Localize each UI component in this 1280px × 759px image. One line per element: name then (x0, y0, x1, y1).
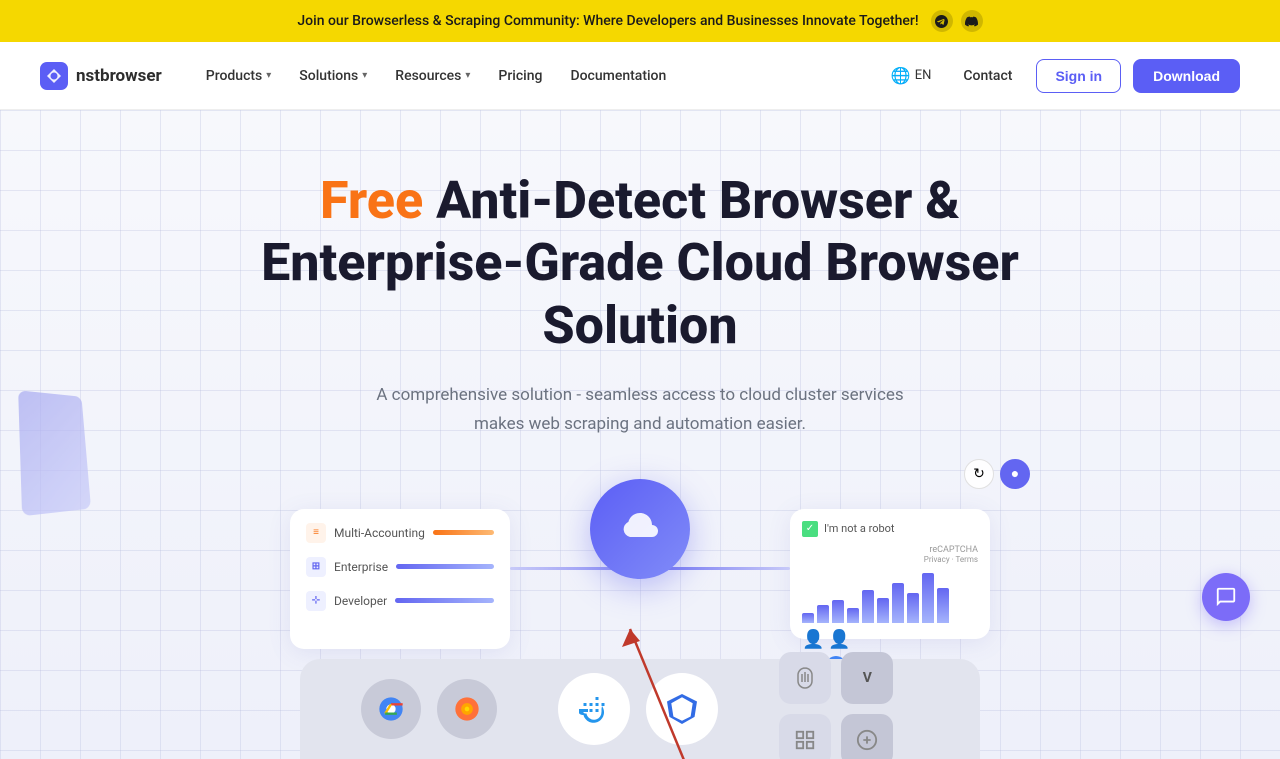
person-icon-2: 👤 (828, 629, 850, 650)
hero-subtitle: A comprehensive solution - seamless acce… (350, 381, 930, 439)
nav-pricing[interactable]: Pricing (486, 60, 554, 92)
logo-text: nstbrowser (76, 66, 162, 86)
bar-2 (817, 605, 829, 623)
hero-title-free: Free (320, 170, 423, 231)
enterprise-bar (396, 564, 494, 569)
nav-left: nstbrowser Products ▾ Solutions ▾ Resour… (40, 60, 678, 92)
scan-icon-rect (779, 714, 831, 759)
captcha-check: ✓ I'm not a robot (802, 521, 978, 537)
nav-links: Products ▾ Solutions ▾ Resources ▾ Prici… (194, 60, 679, 92)
telegram-icon[interactable] (931, 10, 953, 32)
cookie-icon-rect (841, 714, 893, 759)
bar-5 (862, 590, 874, 623)
bar-chart (802, 573, 978, 623)
discord-icon[interactable] (961, 10, 983, 32)
nav-resources[interactable]: Resources ▾ (383, 60, 482, 92)
bar-1 (802, 613, 814, 623)
bar-8 (907, 593, 919, 623)
bar-6 (877, 598, 889, 623)
multi-accounting-bar (433, 530, 494, 535)
captcha-checkbox: ✓ (802, 521, 818, 537)
cloud-center (590, 479, 690, 579)
banner-text: Join our Browserless & Scraping Communit… (297, 13, 918, 29)
hero-content: Free Anti-Detect Browser & Enterprise-Gr… (240, 170, 1040, 479)
hero-section: Free Anti-Detect Browser & Enterprise-Gr… (0, 110, 1280, 759)
hero-title: Free Anti-Detect Browser & Enterprise-Gr… (240, 170, 1040, 357)
captcha-brand: reCAPTCHAPrivacy · Terms (802, 545, 978, 565)
multi-accounting-icon: ≡ (306, 523, 326, 543)
top-banner: Join our Browserless & Scraping Communit… (0, 0, 1280, 42)
logo[interactable]: nstbrowser (40, 62, 162, 90)
download-button[interactable]: Download (1133, 59, 1240, 93)
firefox-icon-btn (437, 679, 497, 739)
globe-icon: 🌐 (891, 66, 911, 85)
chat-button[interactable] (1202, 573, 1250, 621)
developer-bar (395, 598, 494, 603)
bar-9 (922, 573, 934, 623)
bar-4 (847, 608, 859, 623)
tools-icons-group: V (779, 652, 919, 759)
products-chevron: ▾ (266, 70, 271, 81)
hero-illustration: ↻ ● ≡ Multi-Accounting ⊞ Enterprise ⊹ De… (290, 499, 990, 759)
profile-item-multi: ≡ Multi-Accounting (306, 523, 494, 543)
bar-10 (937, 588, 949, 623)
bar-7 (892, 583, 904, 623)
multi-accounting-label: Multi-Accounting (334, 526, 425, 540)
refresh-icon-1: ↻ (964, 459, 994, 489)
container-icons-group (558, 673, 718, 745)
banner-social-icons (931, 10, 983, 32)
solutions-chevron: ▾ (362, 70, 367, 81)
profile-types-panel: ≡ Multi-Accounting ⊞ Enterprise ⊹ Develo… (290, 509, 510, 649)
developer-label: Developer (334, 594, 387, 608)
enterprise-label: Enterprise (334, 560, 388, 574)
nav-documentation[interactable]: Documentation (558, 60, 678, 92)
decorative-left-shape (18, 390, 91, 516)
profile-item-developer: ⊹ Developer (306, 591, 494, 611)
nav-products[interactable]: Products ▾ (194, 60, 284, 92)
chrome-icon-btn (361, 679, 421, 739)
enterprise-icon: ⊞ (306, 557, 326, 577)
bottom-panel: V (300, 659, 980, 759)
kubernetes-icon-btn (646, 673, 718, 745)
signin-button[interactable]: Sign in (1036, 59, 1121, 93)
proxy-icon-rect: V (841, 652, 893, 704)
refresh-icons: ↻ ● (964, 459, 1030, 489)
resources-chevron: ▾ (465, 70, 470, 81)
profile-item-enterprise: ⊞ Enterprise (306, 557, 494, 577)
person-icon-1: 👤 (802, 629, 824, 650)
navbar: nstbrowser Products ▾ Solutions ▾ Resour… (0, 42, 1280, 110)
language-selector[interactable]: 🌐 EN (883, 60, 940, 91)
fingerprint-icon-rect (779, 652, 831, 704)
person-icons: 👤 👤 (802, 629, 978, 650)
captcha-panel: ✓ I'm not a robot reCAPTCHAPrivacy · Ter… (790, 509, 990, 639)
nav-solutions[interactable]: Solutions ▾ (287, 60, 379, 92)
refresh-icon-2: ● (1000, 459, 1030, 489)
captcha-label: I'm not a robot (824, 522, 895, 535)
cloud-icon (616, 505, 664, 553)
nav-contact[interactable]: Contact (951, 60, 1024, 92)
browser-icons-group (361, 679, 497, 739)
bar-3 (832, 600, 844, 623)
developer-icon: ⊹ (306, 591, 326, 611)
nav-right: 🌐 EN Contact Sign in Download (883, 59, 1240, 93)
docker-icon-btn (558, 673, 630, 745)
